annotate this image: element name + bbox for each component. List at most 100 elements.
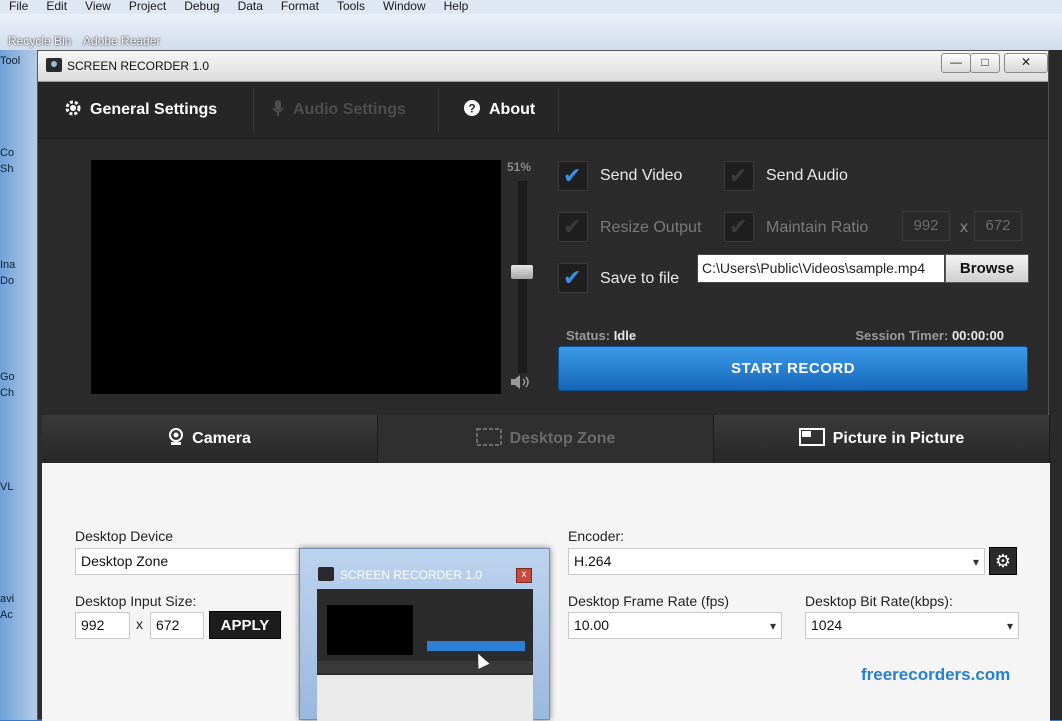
- toolbox-item-do[interactable]: Do: [0, 274, 34, 288]
- resize-height-field[interactable]: 672: [974, 211, 1022, 241]
- tab-divider: [253, 88, 254, 132]
- picture-in-picture-icon: [798, 427, 825, 451]
- tab-pip-label: Picture in Picture: [832, 430, 965, 447]
- ide-menu-window[interactable]: Window: [374, 0, 435, 14]
- desktop-input-size-label: Desktop Input Size:: [75, 593, 197, 609]
- tab-picture-in-picture[interactable]: Picture in Picture: [714, 415, 1050, 463]
- title-bar[interactable]: SCREEN RECORDER 1.0 — □ ✕: [38, 51, 1048, 82]
- toolbox-item-co[interactable]: Co: [0, 146, 34, 160]
- tab-about[interactable]: ? About: [463, 82, 535, 138]
- toolbox-item-avi[interactable]: avi: [0, 592, 34, 606]
- resize-output-checkbox[interactable]: ✔: [558, 212, 588, 242]
- bit-rate-value: 1024: [811, 617, 843, 633]
- source-tab-bar: Camera Desktop Zone Picture in Picture: [42, 415, 1050, 463]
- thumbnail-close-button[interactable]: x: [516, 568, 532, 583]
- encoder-settings-gear-icon[interactable]: ⚙: [989, 547, 1017, 575]
- toolbox-item-ina[interactable]: Ina: [0, 258, 34, 272]
- tab-camera-label: Camera: [192, 430, 251, 447]
- save-to-file-label: Save to file: [600, 270, 680, 287]
- tab-general-settings[interactable]: General Settings: [64, 82, 217, 138]
- tab-audio-settings[interactable]: Audio Settings: [271, 82, 406, 138]
- encoder-select[interactable]: H.264: [568, 548, 985, 575]
- ide-menu-tools[interactable]: Tools: [328, 0, 374, 14]
- ide-menu-debug[interactable]: Debug: [175, 0, 228, 14]
- maximize-button[interactable]: □: [970, 53, 1000, 73]
- thumbnail-preview-area: [327, 605, 413, 655]
- checkmark-icon: ✔: [563, 163, 582, 188]
- resize-output-label: Resize Output: [600, 219, 702, 236]
- encoder-value: H.264: [574, 553, 612, 569]
- website-link[interactable]: freerecorders.com: [861, 665, 1010, 685]
- checkmark-icon: ✔: [729, 163, 748, 188]
- ide-right-edge: [1048, 50, 1062, 720]
- frame-rate-select[interactable]: 10.00: [568, 612, 782, 639]
- maintain-ratio-checkbox[interactable]: ✔: [724, 212, 754, 242]
- ide-menu-help[interactable]: Help: [435, 0, 478, 14]
- ide-menu-format[interactable]: Format: [272, 0, 328, 14]
- svg-text:?: ?: [468, 101, 475, 115]
- gear-icon: [64, 99, 82, 122]
- toolbox-item-ch[interactable]: Ch: [0, 386, 34, 400]
- desktop-label-recycle-bin[interactable]: Recycle Bin: [8, 34, 71, 48]
- maintain-ratio-label: Maintain Ratio: [766, 219, 869, 236]
- video-preview: [91, 160, 501, 394]
- ide-menu-file[interactable]: File: [0, 0, 37, 14]
- ide-menu-view[interactable]: View: [76, 0, 120, 14]
- frame-rate-value: 10.00: [574, 617, 610, 633]
- ide-menubar: File Edit View Project Debug Data Format…: [0, 0, 1062, 14]
- toolbox-item-ac[interactable]: Ac: [0, 608, 34, 622]
- camera-app-icon: [318, 567, 334, 581]
- tab-general-label: General Settings: [90, 101, 218, 118]
- toolbox-item-sh[interactable]: Sh: [0, 162, 34, 176]
- input-height-field[interactable]: 672: [150, 612, 204, 639]
- checkmark-icon: ✔: [563, 214, 582, 239]
- resize-x-separator: x: [960, 219, 968, 236]
- desktop-device-select[interactable]: Desktop Zone: [75, 548, 305, 575]
- volume-percent: 51%: [507, 160, 532, 174]
- thumbnail-title: SCREEN RECORDER 1.0: [340, 568, 483, 582]
- tab-desktop-zone[interactable]: Desktop Zone: [378, 415, 714, 463]
- checkmark-icon: ✔: [729, 214, 748, 239]
- ide-menu-edit[interactable]: Edit: [37, 0, 76, 14]
- desktop-label-adobe-reader[interactable]: Adobe Reader: [83, 34, 160, 48]
- taskbar-thumbnail-preview[interactable]: SCREEN RECORDER 1.0 x: [299, 548, 550, 721]
- send-video-checkbox[interactable]: ✔: [558, 161, 588, 191]
- status-value: Idle: [613, 328, 637, 343]
- checkmark-icon: ✔: [563, 265, 582, 290]
- camera-app-icon: [46, 58, 62, 72]
- apply-button[interactable]: APPLY: [209, 611, 281, 639]
- minimize-button[interactable]: —: [941, 53, 971, 73]
- volume-slider-handle[interactable]: [511, 265, 533, 279]
- input-width-field[interactable]: 992: [75, 612, 130, 639]
- tab-camera[interactable]: Camera: [42, 415, 378, 463]
- save-to-file-checkbox[interactable]: ✔: [558, 263, 588, 293]
- bit-rate-select[interactable]: 1024: [805, 612, 1019, 639]
- send-video-label: Send Video: [600, 167, 683, 184]
- tab-divider: [438, 88, 439, 132]
- bit-rate-label: Desktop Bit Rate(kbps):: [805, 593, 953, 609]
- start-record-button[interactable]: START RECORD: [558, 346, 1028, 391]
- ide-menu-data[interactable]: Data: [229, 0, 272, 14]
- thumbnail-settings-panel: [317, 675, 533, 721]
- ide-toolbox-strip: Tool Co Sh Ina Do Go Ch VL avi Ac: [0, 50, 38, 720]
- session-timer-value: 00:00:00: [951, 328, 1004, 343]
- top-tab-bar: General Settings Audio Settings ? About: [38, 82, 1048, 139]
- send-audio-checkbox[interactable]: ✔: [724, 161, 754, 191]
- window-title: SCREEN RECORDER 1.0: [67, 59, 210, 73]
- session-timer: Session Timer: 00:00:00: [855, 328, 1004, 343]
- status-line: Status: Idle Session Timer: 00:00:00: [566, 328, 1014, 343]
- frame-rate-label: Desktop Frame Rate (fps): [568, 593, 730, 609]
- toolbox-item-vl[interactable]: VL: [0, 480, 34, 494]
- tab-audio-label: Audio Settings: [293, 101, 406, 118]
- tab-about-label: About: [489, 101, 536, 118]
- close-button[interactable]: ✕: [1004, 53, 1048, 73]
- ide-menu-project[interactable]: Project: [120, 0, 175, 14]
- desktop-device-label: Desktop Device: [75, 528, 174, 544]
- screen-zone-icon: [475, 427, 502, 451]
- browse-button[interactable]: Browse: [945, 254, 1029, 283]
- output-path-field[interactable]: C:\Users\Public\Videos\sample.mp4: [697, 254, 945, 283]
- toolbox-item-go[interactable]: Go: [0, 370, 34, 384]
- question-icon: ?: [463, 99, 481, 122]
- resize-width-field[interactable]: 992: [902, 211, 950, 241]
- recorder-main-area: 51% ✔ Send Video ✔ Send Audio ✔ Resize O…: [38, 139, 1048, 415]
